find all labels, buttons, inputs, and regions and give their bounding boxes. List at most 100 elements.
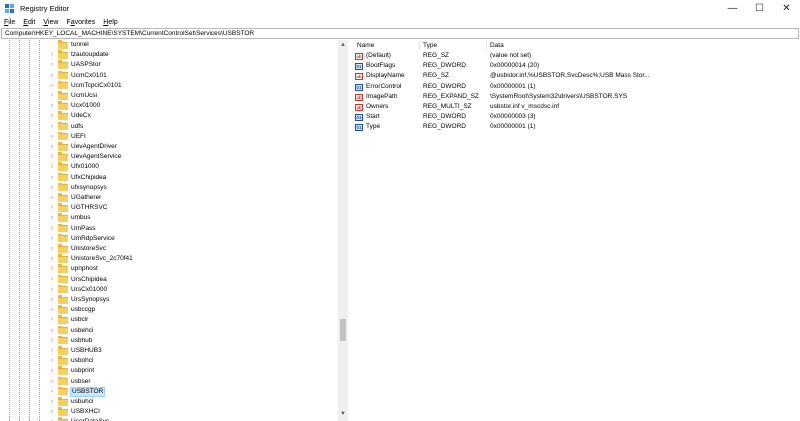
chevron-right-icon[interactable]: › [49,224,55,234]
minimize-button[interactable]: — [719,0,746,17]
chevron-right-icon[interactable]: › [49,346,55,356]
tree-item[interactable]: › UmRdpService [1,233,331,244]
chevron-right-icon[interactable]: › [49,295,55,305]
tree-item[interactable]: › USBHUB3 [1,346,331,356]
chevron-right-icon[interactable]: › [49,203,55,213]
tree-item[interactable]: › UdeCx [1,111,331,121]
tree-item[interactable]: › UrsSynopsys [1,295,331,305]
chevron-right-icon[interactable]: › [49,305,55,315]
tree-item[interactable]: tunnel [1,40,331,50]
chevron-right-icon[interactable]: › [49,244,55,254]
value-row[interactable]: ab ImagePath REG_EXPAND_SZ \SystemRoot\Syst… [351,92,800,102]
chevron-right-icon[interactable]: › [49,377,55,387]
value-row[interactable]: 01 ErrorControl REG_DWORD 0x00000001 (1) [351,82,800,92]
chevron-right-icon[interactable]: › [49,407,55,417]
tree-item[interactable]: › UGTHRSVC [1,203,331,213]
tree-item[interactable]: › UevAgentService [1,152,331,162]
column-header-type[interactable]: Type [423,42,437,49]
tree-item[interactable]: › UGatherer [1,193,331,203]
tree-item[interactable]: › UrsChipidea [1,274,331,285]
tree-item[interactable]: › usbcir [1,315,331,325]
value-row[interactable]: 01 BootFlags REG_DWORD 0x00000014 (20) [351,61,800,71]
tree-item[interactable]: › usbuhci [1,397,331,407]
chevron-right-icon[interactable]: › [49,142,55,152]
key-tree-pane[interactable]: tunnel › tzautoupdate › UASPStor › UcmCx0101 › U… [1,40,348,421]
tree-item[interactable]: › umbus [1,213,331,223]
tree-item[interactable]: › UASPStor [1,60,331,70]
chevron-right-icon[interactable]: › [49,122,55,132]
tree-item[interactable]: › USBSTOR [1,386,331,397]
chevron-right-icon[interactable]: › [49,183,55,193]
tree-item[interactable]: › UcmCx0101 [1,70,331,81]
chevron-right-icon[interactable]: › [49,101,55,111]
chevron-right-icon[interactable]: › [49,275,55,285]
tree-item[interactable]: › UcmUcsi [1,91,331,101]
menu-item[interactable]: Edit [23,19,35,26]
values-list-pane[interactable]: Name Type Data ab (Default) REG_SZ (value n… [351,40,800,421]
chevron-right-icon[interactable]: › [49,387,55,397]
chevron-right-icon[interactable]: › [49,254,55,264]
column-header-name[interactable]: Name [357,42,374,49]
chevron-right-icon[interactable]: › [49,264,55,274]
value-row[interactable]: 01 Type REG_DWORD 0x00000001 (1) [351,122,800,132]
tree-item[interactable]: › Ucx01000 [1,101,331,111]
scroll-down-arrow-icon[interactable]: ▼ [338,409,348,419]
chevron-right-icon[interactable]: › [49,193,55,203]
column-divider[interactable] [419,41,420,50]
value-row[interactable]: ab DisplayName REG_SZ @usbstor.inf,%USBSTOR… [351,71,800,81]
chevron-right-icon[interactable]: › [49,111,55,121]
chevron-right-icon[interactable]: › [49,234,55,244]
tree-item[interactable]: › usbser [1,376,331,387]
value-row[interactable]: 01 Start REG_DWORD 0x00000003 (3) [351,112,800,122]
chevron-right-icon[interactable]: › [49,132,55,142]
tree-item[interactable]: › UevAgentDriver [1,142,331,152]
chevron-right-icon[interactable]: › [49,336,55,346]
chevron-right-icon[interactable]: › [49,60,55,70]
tree-item[interactable]: › usbprint [1,366,331,376]
tree-item[interactable]: › UcmTcpciCx0101 [1,80,331,91]
tree-item[interactable]: › UnistoreSvc_2c70f41 [1,254,331,264]
tree-item[interactable]: › UnistoreSvc [1,244,331,254]
chevron-right-icon[interactable]: › [49,213,55,223]
menu-item[interactable]: View [43,19,58,26]
chevron-right-icon[interactable]: › [49,356,55,366]
close-button[interactable]: ✕ [773,0,800,17]
value-row[interactable]: ab Owners REG_MULTI_SZ usbstor.inf v_mscdsc… [351,102,800,112]
chevron-right-icon[interactable]: › [49,71,55,81]
chevron-right-icon[interactable]: › [49,50,55,60]
chevron-right-icon[interactable]: › [49,173,55,183]
tree-item[interactable]: › UmPass [1,223,331,234]
tree-item[interactable]: › UfxChipidea [1,172,331,183]
chevron-right-icon[interactable]: › [49,417,55,421]
menu-item[interactable]: Help [103,19,117,26]
value-row[interactable]: ab (Default) REG_SZ (value not set) [351,51,800,61]
tree-item[interactable]: › udfs [1,121,331,132]
chevron-right-icon[interactable]: › [49,326,55,336]
tree-item[interactable]: › Ufx01000 [1,162,331,172]
tree-item[interactable]: › UEFI [1,131,331,142]
column-divider[interactable] [486,41,487,50]
column-header-data[interactable]: Data [490,42,504,49]
chevron-right-icon[interactable]: › [49,162,55,172]
chevron-right-icon[interactable]: › [49,152,55,162]
menu-item[interactable]: Favorites [66,19,95,26]
chevron-right-icon[interactable]: › [49,285,55,295]
tree-item[interactable]: › usbccgp [1,305,331,315]
tree-item[interactable]: › usbhub [1,335,331,346]
tree-item[interactable]: › usbehci [1,325,331,336]
tree-item[interactable]: › USBXHCI [1,407,331,417]
scroll-up-arrow-icon[interactable]: ▲ [338,40,348,50]
chevron-right-icon[interactable]: › [49,315,55,325]
tree-item[interactable]: › upnphost [1,264,331,274]
chevron-right-icon[interactable]: › [49,81,55,91]
tree-vertical-scrollbar[interactable]: ▲ ▼ [338,40,348,421]
address-bar[interactable]: Computer\HKEY_LOCAL_MACHINE\SYSTEM\Curre… [1,28,799,39]
chevron-right-icon[interactable]: › [49,397,55,407]
scroll-thumb[interactable] [340,319,346,341]
tree-item[interactable]: › ufxsynopsys [1,182,331,193]
tree-item[interactable]: › UserDataSvc [1,417,331,421]
maximize-button[interactable]: ☐ [746,0,773,17]
chevron-right-icon[interactable]: › [49,91,55,101]
menu-item[interactable]: File [4,19,15,26]
tree-item[interactable]: › tzautoupdate [1,50,331,60]
